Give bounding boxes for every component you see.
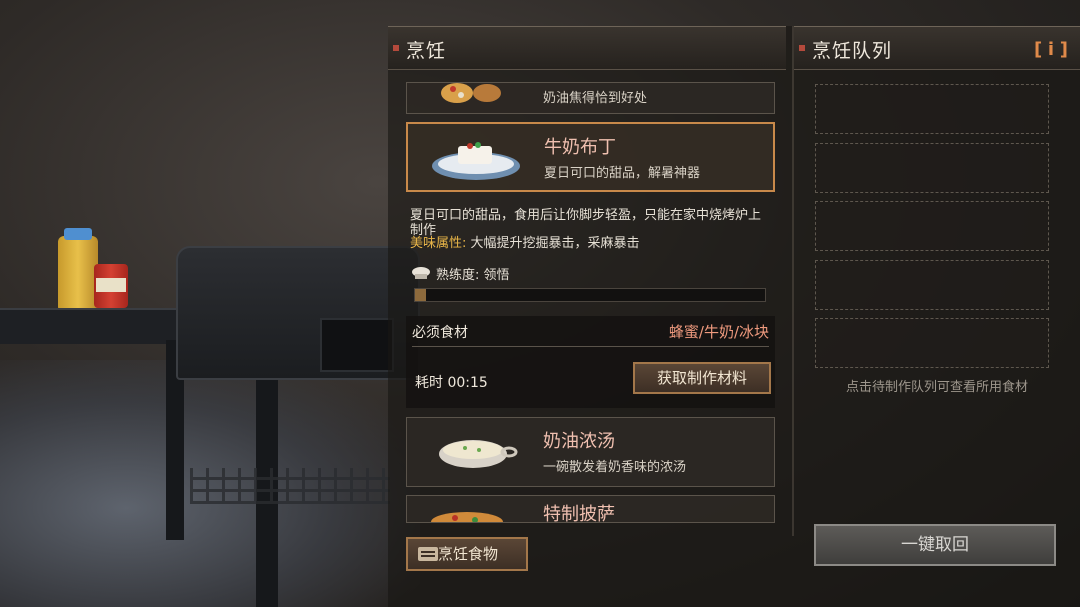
queue-slot[interactable] bbox=[815, 84, 1049, 134]
recipe-card-cream[interactable]: 奶油焦得恰到好处 bbox=[406, 82, 775, 114]
info-icon[interactable]: i bbox=[1034, 39, 1068, 61]
honey-bottle-prop bbox=[58, 228, 98, 310]
attribute-value: 大幅提升挖掘暴击，采麻暴击 bbox=[470, 236, 640, 251]
recipe-desc: 奶油焦得恰到好处 bbox=[543, 91, 648, 106]
cook-time: 耗时 00:15 bbox=[415, 375, 488, 391]
recipe-desc: 夏日可口的甜品，解暑神器 bbox=[544, 166, 701, 181]
grill-vent bbox=[320, 318, 394, 372]
recipe-card-cream-soup[interactable]: 奶油浓汤 一碗散发着奶香味的浓汤 bbox=[406, 417, 775, 487]
ingredients-list[interactable]: 蜂蜜/牛奶/冰块 bbox=[669, 321, 769, 342]
queue-slot[interactable] bbox=[815, 318, 1049, 368]
cooking-panel-header: 烹饪 bbox=[388, 26, 786, 70]
queue-panel-title: 烹饪队列 bbox=[812, 40, 893, 62]
flavor-attribute: 美味属性: 大幅提升挖掘暴击，采麻暴击 bbox=[410, 236, 770, 251]
proficiency-label: 熟练度: 领悟 bbox=[436, 268, 510, 283]
cook-food-label: 烹饪食物 bbox=[438, 545, 499, 563]
recipe-card-special-pizza[interactable]: 特制披萨 bbox=[406, 495, 775, 523]
cooking-panel: 烹饪 奶油焦得恰到好处 牛奶布丁 夏日可口的甜品，解暑神器 夏日可口的甜品，食用… bbox=[388, 26, 786, 607]
recall-all-button[interactable]: 一键取回 bbox=[814, 524, 1056, 566]
queue-slot[interactable] bbox=[815, 143, 1049, 193]
pizza-icon bbox=[431, 512, 503, 522]
title-marker bbox=[799, 45, 805, 51]
attribute-label: 美味属性: bbox=[410, 236, 467, 251]
proficiency-bar bbox=[414, 288, 766, 302]
queue-slot[interactable] bbox=[815, 201, 1049, 251]
recipe-book-icon bbox=[418, 547, 438, 561]
chef-hat-icon bbox=[412, 267, 430, 279]
queue-hint: 点击待制作队列可查看所用食材 bbox=[845, 380, 1028, 395]
get-materials-button[interactable]: 获取制作材料 bbox=[633, 362, 771, 394]
recipe-name: 特制披萨 bbox=[543, 504, 615, 523]
recipe-name: 奶油浓汤 bbox=[543, 431, 615, 452]
milk-pudding-icon bbox=[432, 142, 520, 180]
divider bbox=[412, 346, 769, 347]
cream-dish-icon bbox=[441, 83, 501, 103]
cook-food-button[interactable]: 烹饪食物 bbox=[406, 537, 528, 571]
ingredient-section: 必须食材 蜂蜜/牛奶/冰块 耗时 00:15 获取制作材料 bbox=[406, 316, 775, 408]
queue-slot[interactable] bbox=[815, 260, 1049, 310]
title-marker bbox=[393, 45, 399, 51]
proficiency-fill bbox=[415, 289, 426, 301]
cooking-panel-title: 烹饪 bbox=[406, 40, 447, 62]
cooking-queue-panel: 烹饪队列 i 点击待制作队列可查看所用食材 一键取回 bbox=[794, 26, 1080, 607]
recipe-card-milk-pudding[interactable]: 牛奶布丁 夏日可口的甜品，解暑神器 bbox=[406, 122, 775, 192]
grill-rack bbox=[190, 468, 390, 504]
recipe-name: 牛奶布丁 bbox=[544, 137, 616, 158]
recipe-desc: 一碗散发着奶香味的浓汤 bbox=[543, 460, 687, 475]
recipe-detail: 夏日可口的甜品，食用后让你脚步轻盈，只能在家中烧烤炉上制作 bbox=[410, 208, 762, 238]
ingredients-label: 必须食材 bbox=[412, 325, 468, 341]
queue-panel-header: 烹饪队列 i bbox=[794, 26, 1080, 70]
jar-prop bbox=[94, 264, 128, 308]
cream-soup-icon bbox=[439, 440, 518, 468]
